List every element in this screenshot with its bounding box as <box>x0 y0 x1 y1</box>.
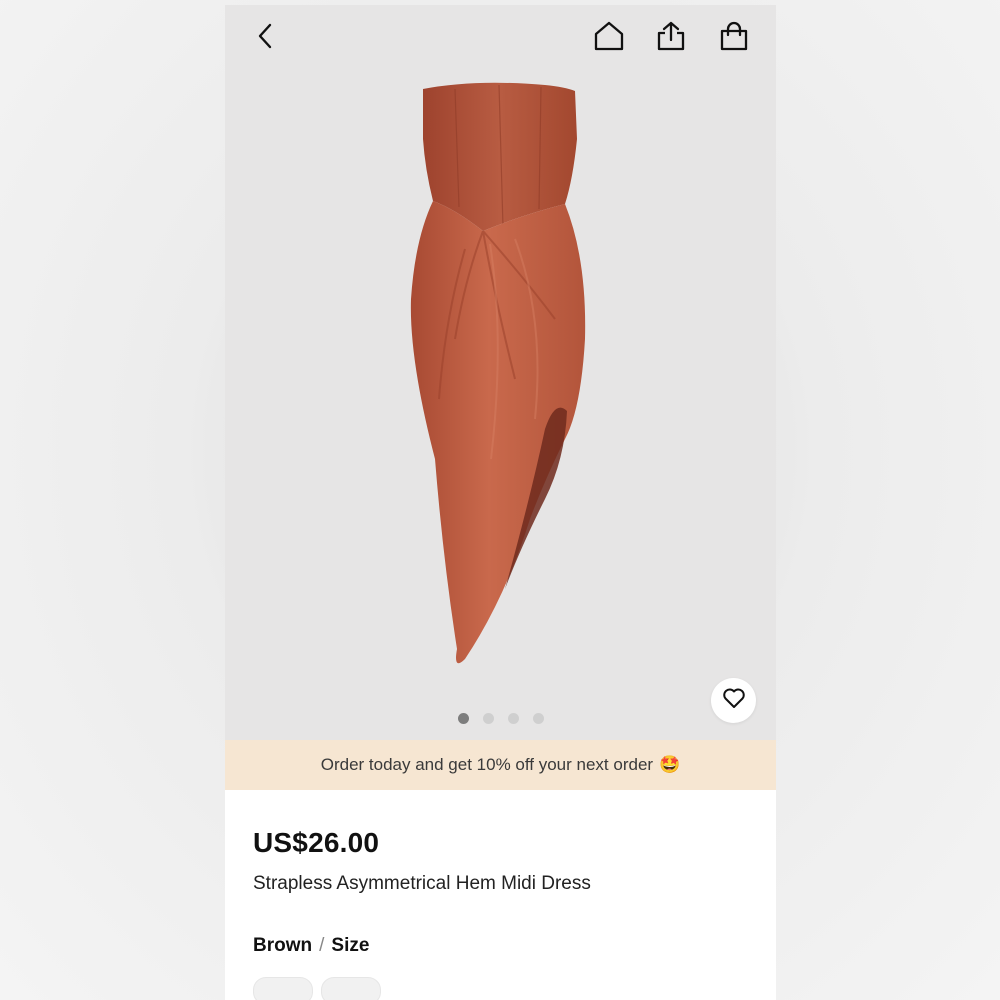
home-icon <box>593 21 625 51</box>
product-gallery[interactable] <box>225 5 776 740</box>
size-label: Size <box>331 935 370 956</box>
pagination-dot[interactable] <box>532 713 544 724</box>
chevron-left-icon <box>255 23 277 49</box>
color-swatches <box>253 977 381 1000</box>
variant-separator: / <box>319 935 325 956</box>
share-icon <box>656 21 686 51</box>
back-button[interactable] <box>249 19 283 53</box>
product-price: US$26.00 <box>253 827 380 858</box>
product-title: Strapless Asymmetrical Hem Midi Dress <box>253 873 591 894</box>
color-swatch[interactable] <box>253 977 313 1000</box>
pagination-dot[interactable] <box>457 713 469 724</box>
color-swatch[interactable] <box>321 977 381 1000</box>
heart-outline-icon <box>722 687 746 714</box>
shopping-bag-icon <box>719 21 749 51</box>
pagination-dot[interactable] <box>482 713 494 724</box>
promo-banner[interactable]: Order today and get 10% off your next or… <box>225 740 776 790</box>
promo-text: Order today and get 10% off your next or… <box>320 755 654 774</box>
share-button[interactable] <box>654 19 688 53</box>
color-label: Brown <box>253 935 313 956</box>
pagination-dot[interactable] <box>507 713 519 724</box>
variant-selector-label: Brown / Size <box>253 935 369 957</box>
favorite-button[interactable] <box>711 678 756 723</box>
product-page: Order today and get 10% off your next or… <box>225 5 776 1000</box>
gallery-pagination <box>225 713 776 724</box>
cart-button[interactable] <box>717 19 751 53</box>
home-button[interactable] <box>592 19 626 53</box>
star-struck-emoji-icon: 🤩 <box>659 755 681 774</box>
product-image[interactable] <box>395 79 625 684</box>
